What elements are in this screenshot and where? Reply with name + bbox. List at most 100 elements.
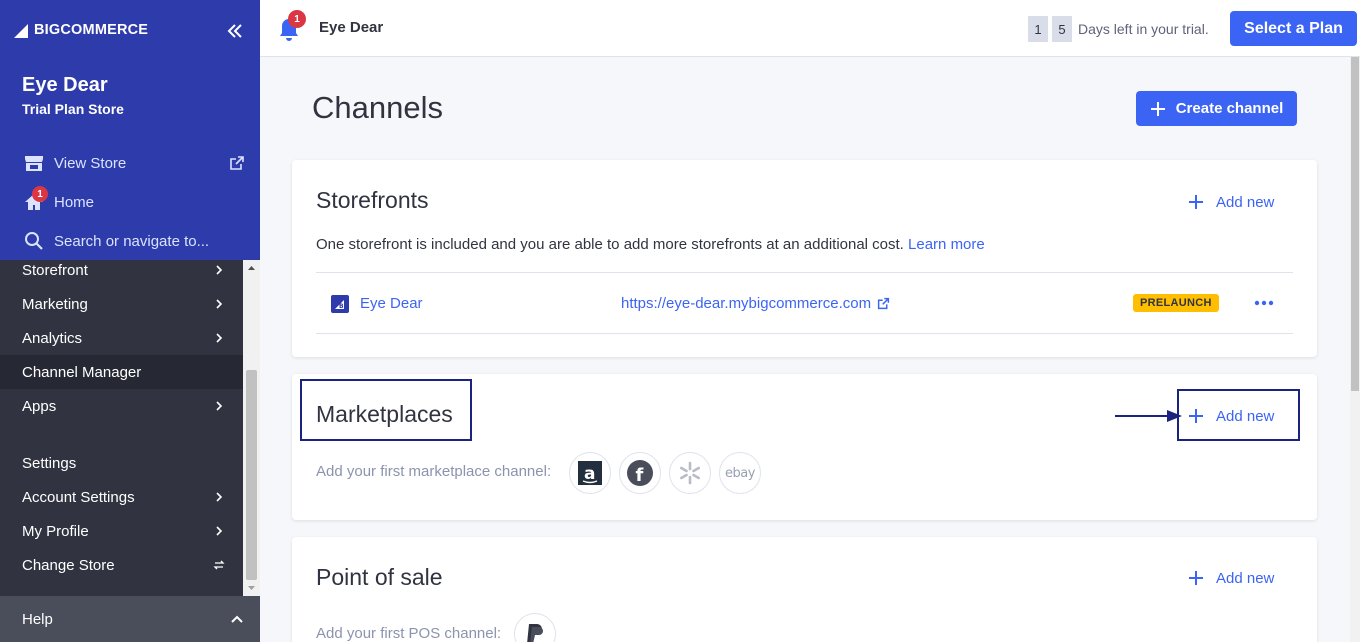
chevron-right-icon xyxy=(216,401,223,411)
notification-badge: 1 xyxy=(288,10,306,28)
storefronts-card: Storefronts Add new One storefront is in… xyxy=(292,160,1317,357)
chevron-right-icon xyxy=(216,265,223,275)
search-icon xyxy=(22,229,46,253)
svg-text:a: a xyxy=(584,464,595,484)
help-label: Help xyxy=(22,610,53,628)
search-placeholder: Search or navigate to... xyxy=(54,232,210,250)
nav-label: Settings xyxy=(22,454,77,472)
annotation-arrow-icon xyxy=(1115,410,1182,422)
trial-digit: 1 xyxy=(1028,16,1048,42)
nav-label: My Profile xyxy=(22,522,89,540)
bigcommerce-logo[interactable]: BIGCOMMERCE xyxy=(14,17,148,43)
view-store-link[interactable]: View Store xyxy=(22,148,126,178)
view-store-label: View Store xyxy=(54,154,127,172)
home-notification-badge: 1 xyxy=(32,186,48,202)
home-label: Home xyxy=(54,193,95,211)
nav-item-change-store[interactable]: Change Store xyxy=(0,548,243,582)
select-plan-button[interactable]: Select a Plan xyxy=(1230,11,1357,46)
storefront-name-link[interactable]: Eye Dear xyxy=(360,295,423,312)
ebay-logo[interactable]: ebay xyxy=(719,452,761,494)
storefront-row: B Eye Dear https://eye-dear.mybigcommerc… xyxy=(316,272,1293,334)
scroll-up-icon[interactable] xyxy=(243,262,260,274)
nav-item-marketing[interactable]: Marketing xyxy=(0,287,243,321)
top-bar: 1 Eye Dear 1 5 Days left in your trial. … xyxy=(260,0,1360,57)
svg-text:f: f xyxy=(636,465,644,486)
trial-text: Days left in your trial. xyxy=(1078,21,1209,37)
nav-label: Channel Manager xyxy=(22,363,142,381)
chevron-up-icon xyxy=(231,615,243,623)
add-pos-button[interactable]: Add new xyxy=(1188,563,1274,593)
nav-label: Account Settings xyxy=(22,488,135,506)
storefronts-description: One storefront is included and you are a… xyxy=(316,236,985,253)
trial-counter: 1 5 Days left in your trial. xyxy=(1028,16,1209,42)
home-link[interactable]: 1 Home xyxy=(22,186,95,217)
nav-item-storefront[interactable]: Storefront xyxy=(0,253,243,287)
add-marketplace-highlight xyxy=(1177,389,1300,441)
nav-item-account-settings[interactable]: Account Settings xyxy=(0,480,243,514)
page-title: Channels xyxy=(312,90,443,125)
marketplaces-description: Add your first marketplace channel: xyxy=(316,463,552,480)
nav-label: Apps xyxy=(22,397,57,415)
marketplace-logos: a f ebay xyxy=(569,452,769,494)
storefront-url-link[interactable]: https://eye-dear.mybigcommerce.com xyxy=(621,295,890,312)
chevron-right-icon xyxy=(216,299,223,309)
create-channel-label: Create channel xyxy=(1175,100,1284,117)
sidebar-store-plan: Trial Plan Store xyxy=(22,101,124,117)
marketplaces-title-highlight xyxy=(300,379,472,441)
sidebar-header: BIGCOMMERCE Eye Dear Trial Plan Store Vi… xyxy=(0,0,260,260)
chevron-right-icon xyxy=(216,333,223,343)
external-link-icon[interactable] xyxy=(229,155,245,171)
nav-item-settings[interactable]: Settings xyxy=(0,446,243,480)
storefront-url-text: https://eye-dear.mybigcommerce.com xyxy=(621,295,872,312)
nav-label: Analytics xyxy=(22,329,83,347)
nav-label: Marketing xyxy=(22,295,88,313)
main-scrollbar[interactable] xyxy=(1350,57,1360,642)
sidebar: BIGCOMMERCE Eye Dear Trial Plan Store Vi… xyxy=(0,0,260,642)
storefront-icon xyxy=(22,151,46,175)
walmart-logo[interactable] xyxy=(669,452,711,494)
nav-label: Storefront xyxy=(22,261,88,279)
main-scrollbar-thumb[interactable] xyxy=(1351,57,1359,391)
sidebar-scrollbar-thumb[interactable] xyxy=(246,370,257,580)
add-storefront-button[interactable]: Add new xyxy=(1188,187,1274,217)
storefronts-description-text: One storefront is included and you are a… xyxy=(316,236,904,253)
add-new-label: Add new xyxy=(1216,569,1275,587)
chevron-right-icon xyxy=(216,526,223,536)
plus-icon xyxy=(1189,571,1203,585)
sidebar-scrollbar[interactable] xyxy=(243,260,260,596)
scroll-down-icon[interactable] xyxy=(243,582,260,594)
trial-digit: 5 xyxy=(1052,16,1072,42)
ebay-text: ebay xyxy=(725,465,755,481)
amazon-logo[interactable]: a xyxy=(569,452,611,494)
topbar-store-name: Eye Dear xyxy=(319,19,384,36)
swap-icon xyxy=(213,560,225,570)
notifications-bell-icon[interactable]: 1 xyxy=(276,10,306,42)
nav-label: Change Store xyxy=(22,556,115,574)
sidebar-store-name: Eye Dear xyxy=(22,74,108,96)
status-badge: PRELAUNCH xyxy=(1133,294,1219,312)
plus-icon xyxy=(1150,101,1165,116)
plus-icon xyxy=(1189,195,1203,209)
learn-more-link[interactable]: Learn more xyxy=(908,236,985,253)
sidebar-search[interactable]: Search or navigate to... xyxy=(22,226,209,256)
nav-item-channel-manager[interactable]: Channel Manager xyxy=(0,355,243,389)
add-new-label: Add new xyxy=(1216,193,1275,211)
pos-card: Point of sale Add new Add your first POS… xyxy=(292,537,1317,642)
storefronts-title: Storefronts xyxy=(316,187,429,213)
nav-item-analytics[interactable]: Analytics xyxy=(0,321,243,355)
paypal-logo[interactable] xyxy=(514,613,556,642)
chevron-right-icon xyxy=(216,492,223,502)
more-options-icon[interactable] xyxy=(1254,298,1274,308)
nav-item-apps[interactable]: Apps xyxy=(0,389,243,423)
facebook-logo[interactable]: f xyxy=(619,452,661,494)
bigcommerce-mark-icon xyxy=(14,24,28,38)
collapse-sidebar-icon[interactable] xyxy=(224,20,246,42)
home-icon: 1 xyxy=(22,186,48,214)
external-link-icon xyxy=(877,297,890,310)
storefront-logo-icon: B xyxy=(331,295,349,313)
pos-title: Point of sale xyxy=(316,564,443,590)
logo-text: BIGCOMMERCE xyxy=(34,22,149,38)
nav-item-my-profile[interactable]: My Profile xyxy=(0,514,243,548)
help-menu[interactable]: Help xyxy=(0,596,260,642)
create-channel-button[interactable]: Create channel xyxy=(1136,91,1297,126)
